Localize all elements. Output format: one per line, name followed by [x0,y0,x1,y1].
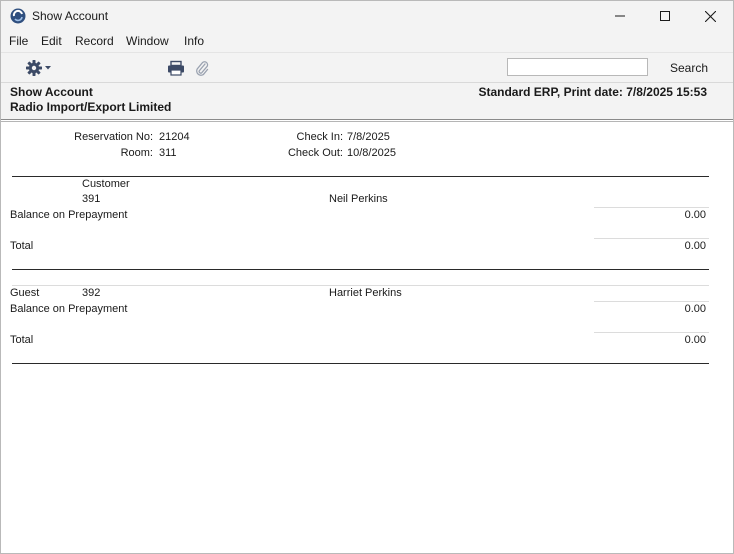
check-in-date: 7/8/2025 [347,131,390,143]
amount-rule [594,207,709,208]
customer-heading: Customer [82,178,130,190]
total-value: 0.00 [684,240,706,252]
balance-label: Balance on Prepayment [10,209,128,221]
section-divider [12,269,709,270]
guest-label: Guest [10,287,40,299]
menu-info[interactable]: Info [184,34,204,48]
gear-menu-button[interactable] [26,60,56,76]
menu-bar: File Edit Record Window Info [1,31,733,52]
guest-code: 392 [82,287,101,299]
maximize-button[interactable] [642,1,688,31]
attach-button[interactable] [194,60,210,76]
report-header: Show Account Radio Import/Export Limited… [1,83,733,119]
search-button[interactable]: Search [670,61,708,75]
amount-rule [594,301,709,302]
paperclip-icon [196,61,209,76]
title-bar: Show Account [1,1,733,31]
show-account-window: Show Account File Edit Record Window Inf… [0,0,734,554]
report-title: Show Account [10,85,93,99]
check-out-date: 10/8/2025 [347,147,396,159]
room-number: 311 [159,147,177,159]
total-label: Total [10,334,34,346]
customer-code: 391 [82,193,101,205]
amount-rule [594,332,709,333]
search-input[interactable] [507,58,648,76]
amount-rule [594,238,709,239]
minimize-icon [615,15,625,17]
menu-window[interactable]: Window [126,34,169,48]
gear-icon [26,60,51,76]
print-info: Standard ERP, Print date: 7/8/2025 15:53 [478,85,707,99]
balance-value: 0.00 [684,209,706,221]
room-label: Room: [120,147,153,159]
minimize-button[interactable] [597,1,643,31]
check-out-label: Check Out: [287,147,343,159]
report-body: Reservation No: 21204 Room: 311 Check In… [1,122,733,553]
section-divider [12,176,709,177]
app-logo-icon [10,8,26,24]
row-rule [12,285,709,286]
menu-edit[interactable]: Edit [41,34,62,48]
guest-name: Harriet Perkins [329,287,402,299]
balance-label: Balance on Prepayment [10,303,128,315]
reservation-number: 21204 [159,131,190,143]
printer-icon [168,60,184,76]
company-name: Radio Import/Export Limited [10,100,172,114]
section-divider [12,363,709,364]
check-in-label: Check In: [296,131,343,143]
menu-file[interactable]: File [9,34,28,48]
menu-record[interactable]: Record [75,34,114,48]
close-icon [704,10,716,22]
total-value: 0.00 [684,334,706,346]
reservation-label: Reservation No: [74,131,153,143]
print-button[interactable] [167,60,185,76]
total-label: Total [10,240,34,252]
toolbar: Search [1,52,733,83]
window-title: Show Account [32,9,109,23]
balance-value: 0.00 [684,303,706,315]
maximize-icon [660,11,670,21]
customer-name: Neil Perkins [329,193,388,205]
close-button[interactable] [687,1,733,31]
